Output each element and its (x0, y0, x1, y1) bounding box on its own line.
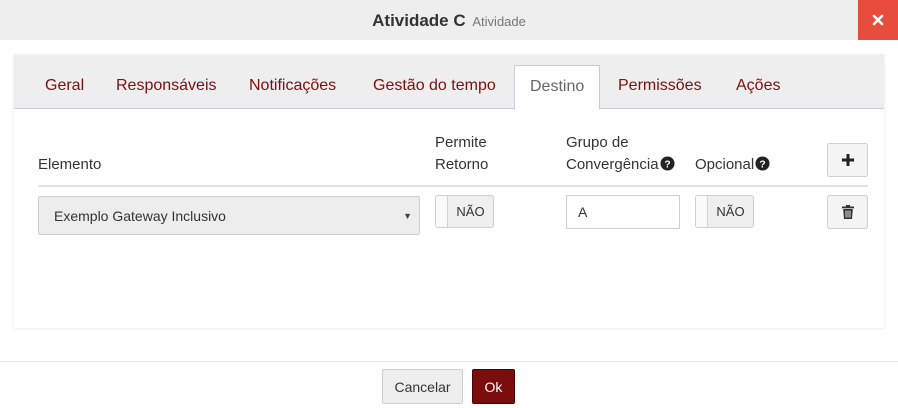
tab-notificacoes[interactable]: Notificações (234, 65, 351, 109)
svg-text:?: ? (760, 159, 766, 170)
dialog-title-text: Atividade C (372, 11, 466, 30)
add-row-button[interactable] (827, 143, 868, 177)
tab-bar: Geral Responsáveis Notificações Gestão d… (14, 55, 884, 110)
grupo-convergencia-input[interactable] (566, 195, 680, 229)
dialog-title: Atividade C Atividade (0, 11, 898, 31)
elemento-select-value: Exemplo Gateway Inclusivo (54, 208, 226, 224)
dialog-panel: Geral Responsáveis Notificações Gestão d… (14, 55, 884, 328)
plus-icon (841, 154, 854, 166)
permite-retorno-toggle[interactable]: NÃO (435, 195, 494, 228)
tab-permissoes[interactable]: Permissões (603, 65, 717, 109)
tab-geral[interactable]: Geral (30, 65, 99, 109)
trash-icon (841, 205, 854, 219)
dialog-subtitle: Atividade (472, 14, 526, 29)
ok-button[interactable]: Ok (472, 369, 515, 404)
dialog-titlebar: Atividade C Atividade (0, 0, 898, 40)
tab-acoes[interactable]: Ações (721, 65, 795, 109)
header-divider (38, 185, 868, 187)
footer-divider (0, 361, 898, 362)
cancel-button[interactable]: Cancelar (382, 369, 463, 404)
question-circle-icon[interactable]: ? (755, 156, 770, 171)
opcional-toggle[interactable]: NÃO (695, 195, 754, 228)
elemento-select[interactable]: Exemplo Gateway Inclusivo ▼ (38, 196, 420, 235)
close-icon (872, 14, 884, 26)
tab-responsaveis[interactable]: Responsáveis (101, 65, 232, 109)
svg-text:?: ? (664, 159, 670, 170)
tab-gestao-do-tempo[interactable]: Gestão do tempo (358, 65, 511, 109)
caret-down-icon: ▼ (403, 211, 412, 221)
header-elemento: Elemento (38, 156, 102, 173)
tab-destino[interactable]: Destino (514, 65, 600, 110)
header-grupo-convergencia: Grupo de Convergência? (566, 132, 675, 176)
toggle-knob (436, 196, 448, 227)
opcional-toggle-label: NÃO (716, 204, 745, 219)
delete-row-button[interactable] (827, 195, 868, 229)
header-permite-retorno: Permite Retorno (435, 134, 489, 173)
header-opcional: Opcional? (695, 154, 770, 176)
close-button[interactable] (858, 0, 898, 40)
permite-retorno-toggle-label: NÃO (456, 204, 485, 219)
question-circle-icon[interactable]: ? (660, 156, 675, 171)
toggle-knob (696, 196, 708, 227)
